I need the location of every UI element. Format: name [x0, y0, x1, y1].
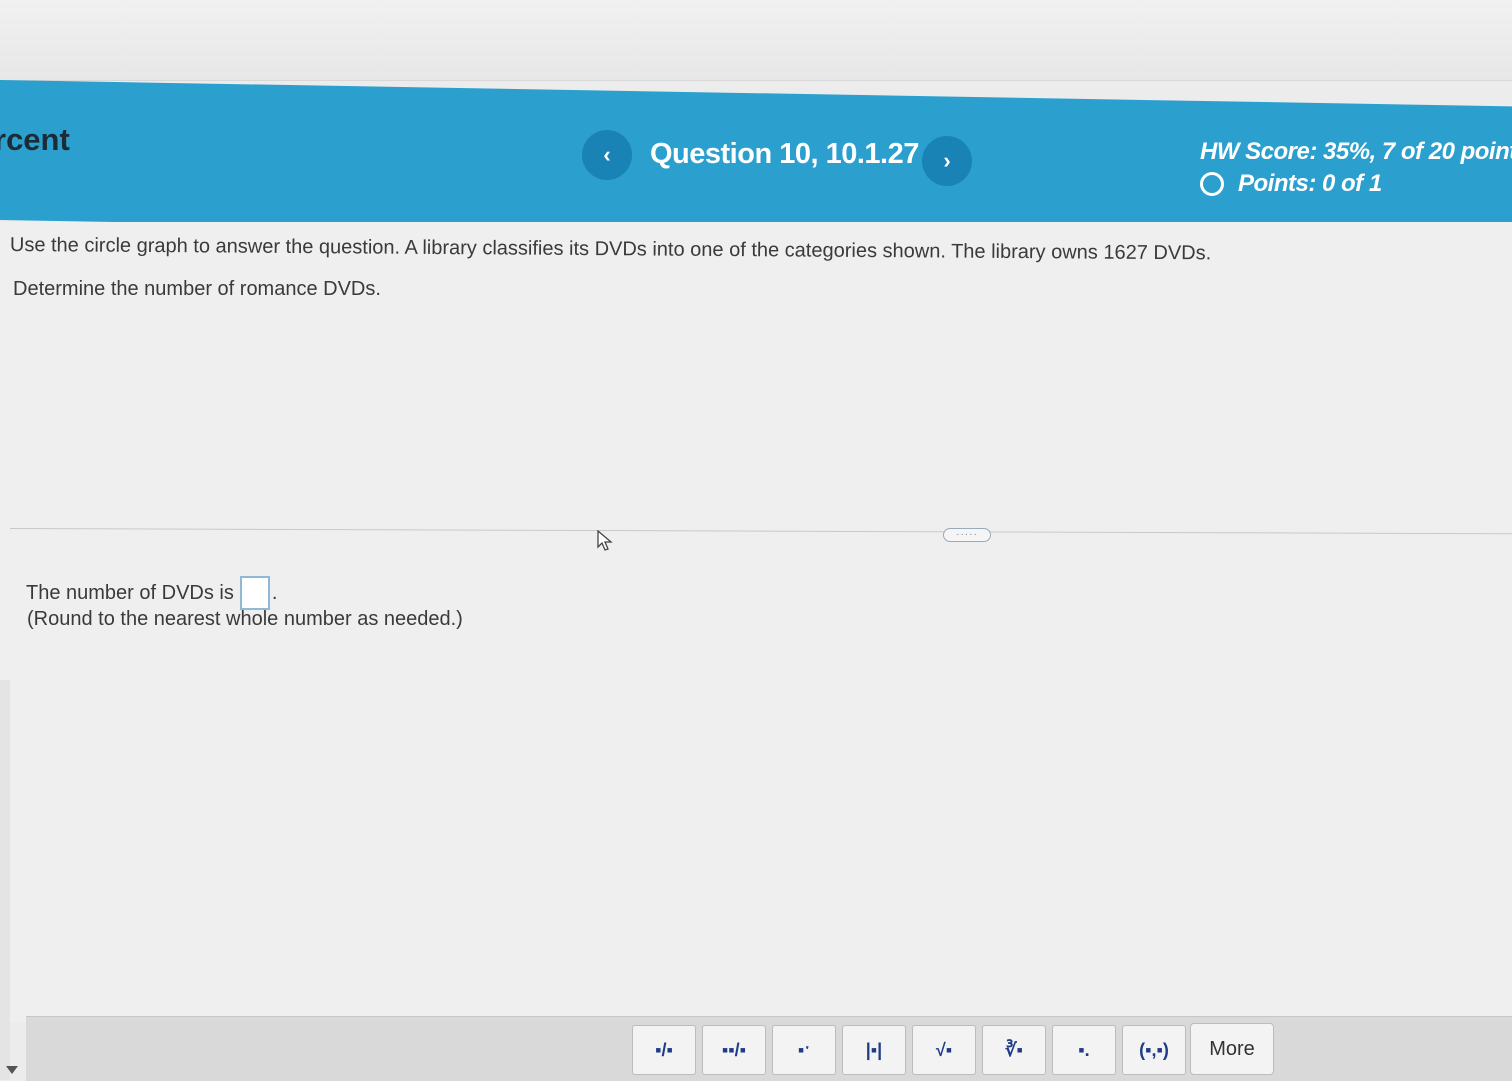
question-text: Use the circle graph to answer the quest… [9, 234, 1212, 265]
nth-root-button[interactable]: ∛▪ [982, 1025, 1046, 1075]
absolute-value-icon: |▪| [865, 1039, 883, 1060]
fraction-icon: ▪/▪ [655, 1039, 673, 1060]
scroll-down-arrow-icon[interactable] [6, 1066, 18, 1074]
points-text: Points: 0 of 1 [1238, 170, 1382, 197]
decimal-icon: ▪. [1078, 1039, 1090, 1060]
answer-label: The number of DVDs is [26, 581, 234, 604]
math-toolbar: ▪/▪ ▪▪/▪ ▪ˑ |▪| √▪ ∛▪ ▪. (▪,▪) More [26, 1016, 1512, 1081]
hw-score: HW Score: 35%, 7 of 20 points [1200, 138, 1512, 165]
score-block: HW Score: 35%, 7 of 20 points Points: 0 … [1200, 138, 1512, 198]
answer-input[interactable] [239, 576, 270, 610]
square-root-button[interactable]: √▪ [912, 1025, 976, 1075]
section-divider [9, 528, 1512, 535]
next-question-button[interactable]: › [922, 136, 972, 186]
rounding-note: (Round to the nearest whole number as ne… [27, 608, 463, 630]
question-prompt: Determine the number of romance DVDs. [13, 278, 381, 300]
assignment-title: rcent [0, 122, 70, 157]
exponent-button[interactable]: ▪ˑ [772, 1025, 836, 1075]
ordered-pair-button[interactable]: (▪,▪) [1122, 1025, 1186, 1075]
mixed-number-icon: ▪▪/▪ [721, 1039, 747, 1060]
question-content: Use the circle graph to answer the quest… [0, 222, 1512, 1022]
mixed-number-button[interactable]: ▪▪/▪ [702, 1025, 766, 1075]
fraction-button[interactable]: ▪/▪ [632, 1025, 696, 1075]
mouse-cursor-icon [597, 530, 613, 551]
answer-line: The number of DVDs is . [26, 576, 277, 610]
header-content: rcent ‹ Question 10, 10.1.27 › HW Score:… [0, 86, 1512, 218]
decimal-button[interactable]: ▪. [1052, 1025, 1116, 1075]
answer-period: . [271, 581, 278, 604]
expand-handle[interactable]: ····· [943, 528, 991, 542]
ordered-pair-icon: (▪,▪) [1139, 1039, 1169, 1060]
browser-top-strip [0, 0, 1512, 81]
more-button[interactable]: More [1190, 1023, 1274, 1075]
nth-root-icon: ∛▪ [1005, 1039, 1023, 1060]
question-title: Question 10, 10.1.27 [650, 138, 919, 170]
square-root-icon: √▪ [935, 1039, 953, 1060]
chevron-right-icon: › [943, 148, 951, 173]
points-row: Points: 0 of 1 [1200, 170, 1512, 198]
left-scroll-rail[interactable] [0, 680, 10, 1080]
points-status-icon [1200, 172, 1224, 196]
absolute-value-button[interactable]: |▪| [842, 1025, 906, 1075]
previous-question-button[interactable]: ‹ [582, 130, 632, 180]
chevron-left-icon: ‹ [603, 142, 611, 167]
exponent-icon: ▪ˑ [797, 1039, 811, 1060]
